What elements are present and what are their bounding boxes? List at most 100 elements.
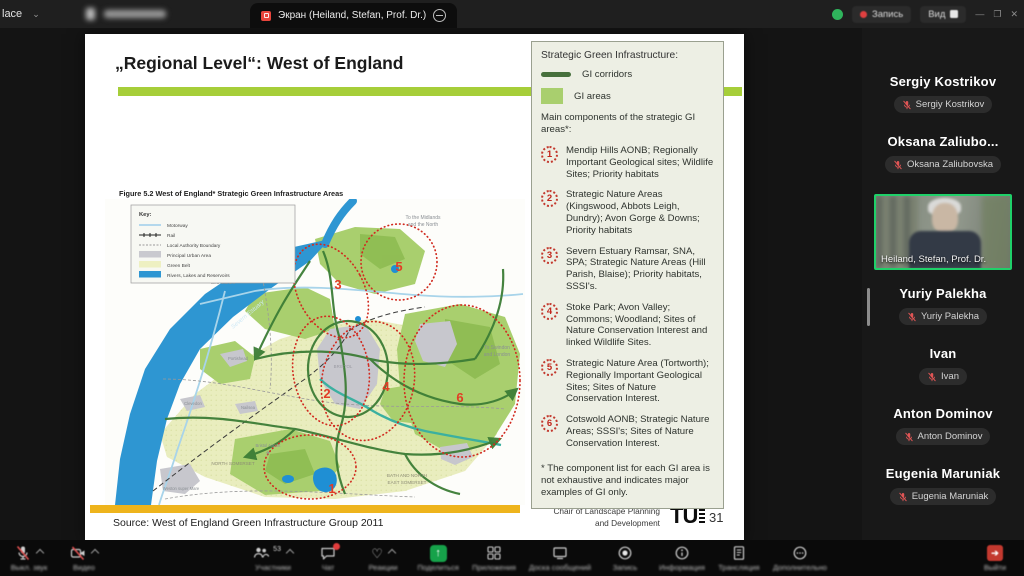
video-options-caret[interactable] [91,549,99,557]
window-titlebar: lace ⌄ Экран (Heiland, Stefan, Prof. Dr.… [0,0,1024,28]
participant-tile[interactable]: Oksana Zaliubo... Oksana Zaliubovska [862,134,1024,194]
more-label: Дополнительно [773,563,827,572]
chair-credit: Chair of Landscape Planning and Developm… [510,506,660,529]
map-area-1: 1 [328,481,335,496]
legend-item-2: 2 Strategic Nature Areas (Kingswood, Abb… [541,189,714,236]
minimize-button[interactable]: — [975,9,984,19]
video-label: Видео [73,563,95,572]
record-icon [617,545,633,561]
participants-button[interactable]: 53 Участники [252,545,294,572]
participant-badge: Oksana Zaliubovska [885,156,1001,173]
badge-name: Eugenia Maruniak [912,491,989,502]
figure-caption: Figure 5.2 West of England* Strategic Gr… [119,189,343,198]
participant-tile[interactable]: Sergiy Kostrikov Sergiy Kostrikov [862,74,1024,134]
map-area-4: 4 [382,379,390,394]
participant-tile[interactable]: Ivan Ivan [862,346,1024,406]
label-to-london-2: and London [484,352,511,358]
map-key-title: Key: [139,212,152,218]
participant-name: Anton Dominov [862,406,1024,421]
badge-name: Yuriy Palekha [921,311,979,322]
legend-title: Strategic Green Infrastructure: [541,50,714,61]
record-button[interactable]: Запись [604,545,646,572]
area-1-marker: 1 [541,146,558,163]
view-button[interactable]: Вид [920,6,966,23]
whiteboard-button[interactable]: Доска сообщений [529,545,591,572]
panel-scrollbar[interactable] [867,288,870,326]
maximize-button[interactable]: ❐ [993,9,1001,20]
legend-footnote: * The component list for each GI area is… [541,463,714,500]
mute-button[interactable]: Выкл. звук [8,545,50,572]
apps-label: Приложения [472,563,516,572]
key-water-swatch [139,271,161,278]
apps-button[interactable]: Приложения [472,545,516,572]
legend-item-6: 6 Cotswold AONB; Strategic Nature Areas;… [541,414,714,449]
participant-name: Eugenia Maruniak [862,466,1024,481]
leave-button[interactable]: ➔ Выйти [974,545,1016,572]
muted-mic-icon [898,492,908,502]
area-5-marker: 5 [541,359,558,376]
toolbar-center-group: 53 Участники Чат ♡ Реакции ↑ [252,545,827,572]
document-icon [731,545,747,561]
toolbar-left-group: Выкл. звук Видео [8,545,105,572]
key-urban-label: Principal Urban Area [167,253,211,259]
video-button[interactable]: Видео [63,545,105,572]
heart-icon: ♡ [371,547,383,560]
legend-item-text: Mendip Hills AONB; Regionally Important … [566,145,714,180]
speaker-head [932,203,958,233]
mic-options-caret[interactable] [36,549,44,557]
apps-icon [486,545,502,561]
reactions-caret[interactable] [388,549,396,557]
chat-notification-badge [333,543,340,550]
participant-name: Oksana Zaliubo... [862,134,1024,149]
close-button[interactable]: ✕ [1010,9,1018,20]
tab-shared-screen[interactable]: Экран (Heiland, Stefan, Prof. Dr.) [250,3,457,28]
screen-share-icon [261,11,271,21]
info-button[interactable]: Информация [659,545,705,572]
chat-button[interactable]: Чат [307,545,349,572]
participants-icon [253,545,269,561]
participants-caret[interactable] [286,549,294,557]
reactions-button[interactable]: ♡ Реакции [362,545,404,572]
badge-name: Anton Dominov [918,431,983,442]
map-area-3: 3 [334,277,341,292]
shared-screen-tab-label: Экран (Heiland, Stefan, Prof. Dr.) [278,10,426,21]
view-label: Вид [928,9,945,20]
share-screen-button[interactable]: ↑ Поделиться [417,545,459,572]
recording-indicator[interactable]: Запись [852,6,911,23]
legend-item-text: Stoke Park; Avon Valley; Commons; Woodla… [566,302,714,349]
meeting-tab-blurred[interactable] [86,8,166,20]
grid-view-icon [950,10,958,18]
airplane-icon: ✈ [265,450,270,457]
legend-item-4: 4 Stoke Park; Avon Valley; Commons; Wood… [541,302,714,349]
participant-tile[interactable]: Anton Dominov Anton Dominov [862,406,1024,466]
participant-tile[interactable]: Eugenia Maruniak Eugenia Maruniak [862,466,1024,526]
blurred-tab-icon [86,8,95,20]
map-area-5: 5 [395,259,402,274]
label-to-london: To Swindon [484,345,510,351]
captions-button[interactable]: Трансляция [718,545,760,572]
mute-label: Выкл. звук [11,563,48,572]
participant-tile[interactable]: Yuriy Palekha Yuriy Palekha [862,286,1024,346]
more-icon [792,545,808,561]
video-background-plant [982,196,1010,268]
collapse-circle-icon[interactable] [433,9,446,22]
participant-name: Sergiy Kostrikov [862,74,1024,89]
label-nailsea: Nailsea [241,405,256,410]
info-icon [674,545,690,561]
more-button[interactable]: Дополнительно [773,545,827,572]
participant-name: Ivan [862,346,1024,361]
chevron-down-icon[interactable]: ⌄ [32,9,40,20]
connection-status-icon [832,9,843,20]
participant-badge: Anton Dominov [896,428,991,445]
info-label: Информация [659,563,705,572]
tu-logo-stripes [699,509,705,523]
reactions-label: Реакции [369,563,398,572]
active-speaker-video[interactable]: Heiland, Stefan, Prof. Dr. [874,194,1012,270]
corridors-label: GI corridors [582,69,632,80]
key-water-label: Rivers, Lakes and Reservoirs [167,273,230,279]
muted-mic-icon [902,100,912,110]
source-credit: Source: West of England Green Infrastruc… [113,517,383,529]
legend-corridors-row: GI corridors [541,69,714,80]
legend-item-5: 5 Strategic Nature Area (Tortworth); Reg… [541,358,714,405]
slide-page-number: 31 [709,510,723,525]
